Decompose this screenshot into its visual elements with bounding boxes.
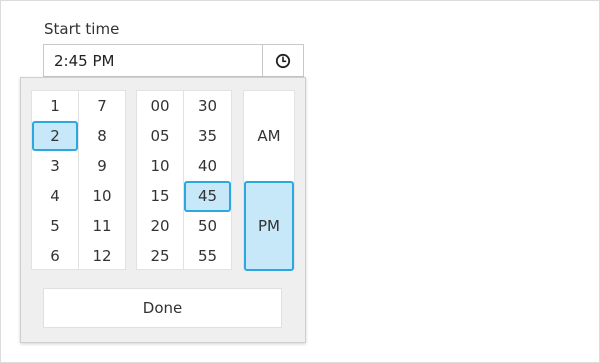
period-pm[interactable]: PM xyxy=(244,181,294,271)
minute-option-50[interactable]: 50 xyxy=(184,211,231,241)
hour-option-3[interactable]: 3 xyxy=(32,151,78,181)
period-column: AM PM xyxy=(243,90,295,271)
hour-option-8[interactable]: 8 xyxy=(79,121,125,151)
start-time-input[interactable]: 2:45 PM xyxy=(43,44,304,77)
hour-option-1[interactable]: 1 xyxy=(32,91,78,121)
minute-option-05[interactable]: 05 xyxy=(137,121,183,151)
done-button[interactable]: Done xyxy=(43,288,282,328)
hour-option-10[interactable]: 10 xyxy=(79,181,125,211)
hour-option-4[interactable]: 4 xyxy=(32,181,78,211)
hours-column: 123456 7 8 9 10 11 12 xyxy=(31,90,126,270)
minute-option-20[interactable]: 20 xyxy=(137,211,183,241)
start-time-value: 2:45 PM xyxy=(54,52,115,70)
hour-option-5[interactable]: 5 xyxy=(32,211,78,241)
time-picker-popover: 123456 7 8 9 10 11 12 00 05 10 15 20 25 30 35 40 45 50… xyxy=(20,77,306,343)
hour-option-6[interactable]: 6 xyxy=(32,241,78,271)
minutes-column: 00 05 10 15 20 25 30 35 40 45 50 55 xyxy=(136,90,232,270)
hours-divider xyxy=(78,91,79,269)
minute-option-10[interactable]: 10 xyxy=(137,151,183,181)
hour-option-11[interactable]: 11 xyxy=(79,211,125,241)
hour-option-7[interactable]: 7 xyxy=(79,91,125,121)
minute-option-15[interactable]: 15 xyxy=(137,181,183,211)
minutes-divider xyxy=(183,91,184,269)
minute-option-40[interactable]: 40 xyxy=(184,151,231,181)
minute-option-25[interactable]: 25 xyxy=(137,241,183,271)
minute-option-30[interactable]: 30 xyxy=(184,91,231,121)
minute-option-55[interactable]: 55 xyxy=(184,241,231,271)
clock-icon xyxy=(275,53,291,68)
hour-option-9[interactable]: 9 xyxy=(79,151,125,181)
minute-option-00[interactable]: 00 xyxy=(137,91,183,121)
hour-option-12[interactable]: 12 xyxy=(79,241,125,271)
minute-option-35[interactable]: 35 xyxy=(184,121,231,151)
start-time-label: Start time xyxy=(44,20,120,38)
minute-option-45[interactable]: 45 xyxy=(184,181,231,211)
period-am[interactable]: AM xyxy=(244,121,294,151)
hour-option-2[interactable]: 2 xyxy=(32,121,78,151)
clock-button[interactable] xyxy=(262,45,303,76)
